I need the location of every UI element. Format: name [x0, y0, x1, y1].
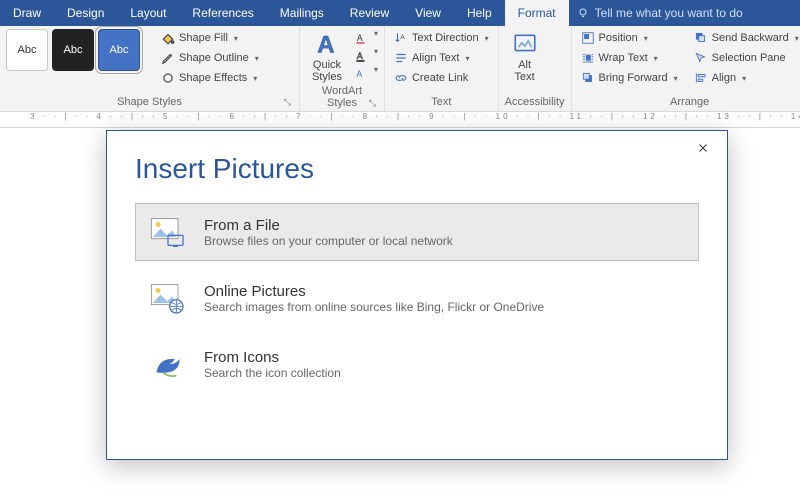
align-objects-icon — [694, 71, 708, 85]
option-subtitle: Browse files on your computer or local n… — [204, 234, 453, 248]
menu-bar: Draw Design Layout References Mailings R… — [0, 0, 800, 26]
text-fill-icon: A — [354, 31, 368, 45]
option-subtitle: Search images from online sources like B… — [204, 300, 544, 314]
selection-pane-button[interactable]: Selection Pane — [691, 49, 800, 67]
group-label-accessibility: Accessibility — [505, 96, 565, 110]
option-title: Online Pictures — [204, 283, 544, 300]
tell-me-label: Tell me what you want to do — [595, 6, 743, 20]
tab-draw[interactable]: Draw — [0, 0, 54, 26]
create-link-button[interactable]: Create Link — [391, 69, 492, 87]
ribbon: Abc Abc Abc Shape Fill▾ Shape Outline▾ S… — [0, 26, 800, 112]
tab-references[interactable]: References — [179, 0, 266, 26]
group-wordart-styles: A Quick Styles A ▾ A ▾ A ▾ WordArt Style… — [300, 26, 385, 111]
option-online-pictures[interactable]: Online Pictures Search images from onlin… — [135, 269, 699, 327]
icons-bird-icon — [148, 346, 188, 382]
bring-forward-icon — [581, 71, 595, 85]
dialog-launcher-icon[interactable]: ⤡ — [369, 98, 376, 109]
dialog-title: Insert Pictures — [107, 131, 727, 203]
shape-effects-button[interactable]: Shape Effects▾ — [158, 69, 262, 87]
wrap-text-icon — [581, 51, 595, 65]
text-direction-icon: A — [394, 31, 408, 45]
tell-me-search[interactable]: Tell me what you want to do — [577, 0, 743, 26]
send-backward-icon — [694, 31, 708, 45]
group-label-arrange: Arrange — [578, 96, 800, 110]
insert-pictures-dialog: Insert Pictures From a File Browse files… — [106, 130, 728, 460]
tab-format[interactable]: Format — [505, 0, 569, 26]
tab-mailings[interactable]: Mailings — [267, 0, 337, 26]
paint-bucket-icon — [161, 31, 175, 45]
alt-text-button[interactable]: Alt Text — [505, 29, 545, 85]
svg-text:A: A — [357, 33, 363, 43]
pencil-icon — [161, 51, 175, 65]
text-direction-button[interactable]: A Text Direction▾ — [391, 29, 492, 47]
effects-icon — [161, 71, 175, 85]
link-icon — [394, 71, 408, 85]
file-picture-icon — [148, 214, 188, 250]
svg-text:A: A — [317, 32, 334, 57]
tab-help[interactable]: Help — [454, 0, 505, 26]
alt-text-icon — [511, 31, 539, 57]
dialog-launcher-icon[interactable]: ⤡ — [284, 97, 291, 108]
group-arrange: Position▾ Wrap Text▾ Bring Forward▾ Send… — [572, 26, 800, 111]
tab-design[interactable]: Design — [54, 0, 117, 26]
close-button[interactable] — [689, 137, 717, 163]
selection-pane-icon — [694, 51, 708, 65]
group-accessibility: Alt Text Accessibility — [499, 26, 572, 111]
shape-fill-button[interactable]: Shape Fill▾ — [158, 29, 262, 47]
option-subtitle: Search the icon collection — [204, 366, 341, 380]
align-text-icon — [394, 51, 408, 65]
position-icon — [581, 31, 595, 45]
option-title: From Icons — [204, 349, 341, 366]
text-outline-button[interactable]: A — [352, 47, 370, 65]
wrap-text-button[interactable]: Wrap Text▾ — [578, 49, 681, 67]
wordart-a-icon: A — [313, 31, 341, 57]
group-label-shape-styles: Shape Styles⤡ — [6, 96, 293, 110]
option-from-file[interactable]: From a File Browse files on your compute… — [135, 203, 699, 261]
text-effects-button[interactable]: A — [352, 65, 370, 83]
option-title: From a File — [204, 217, 453, 234]
shape-style-1[interactable]: Abc — [6, 29, 48, 71]
text-outline-icon: A — [354, 49, 368, 63]
shape-style-2[interactable]: Abc — [52, 29, 94, 71]
group-text: A Text Direction▾ Align Text▾ Create Lin… — [385, 26, 499, 111]
tab-layout[interactable]: Layout — [117, 0, 179, 26]
close-icon — [697, 142, 709, 154]
shape-style-3[interactable]: Abc — [98, 29, 140, 71]
svg-text:A: A — [400, 34, 405, 41]
bring-forward-button[interactable]: Bring Forward▾ — [578, 69, 681, 87]
send-backward-button[interactable]: Send Backward▾ — [691, 29, 800, 47]
horizontal-ruler: 3 · · | · · 4 · · | · · 5 · · | · · 6 · … — [0, 112, 800, 128]
shape-outline-button[interactable]: Shape Outline▾ — [158, 49, 262, 67]
lightbulb-icon — [577, 7, 589, 19]
align-button[interactable]: Align▾ — [691, 69, 800, 87]
text-fill-button[interactable]: A — [352, 29, 370, 47]
group-label-text: Text — [391, 96, 492, 110]
group-label-wordart: WordArt Styles⤡ — [306, 85, 378, 111]
tab-review[interactable]: Review — [337, 0, 402, 26]
svg-text:A: A — [357, 51, 363, 61]
tab-view[interactable]: View — [402, 0, 454, 26]
group-shape-styles: Abc Abc Abc Shape Fill▾ Shape Outline▾ S… — [0, 26, 300, 111]
position-button[interactable]: Position▾ — [578, 29, 681, 47]
quick-styles-button[interactable]: A Quick Styles — [306, 29, 348, 85]
svg-text:A: A — [356, 69, 362, 79]
option-from-icons[interactable]: From Icons Search the icon collection — [135, 335, 699, 393]
text-effects-icon: A — [354, 67, 368, 81]
online-picture-icon — [148, 280, 188, 316]
align-text-button[interactable]: Align Text▾ — [391, 49, 492, 67]
